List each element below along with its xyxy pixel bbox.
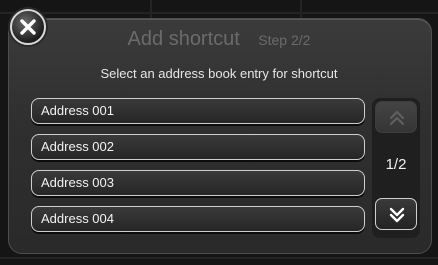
instruction-text: Select an address book entry for shortcu… [100, 66, 338, 81]
navigation-screen: Add shortcut Step 2/2 Select an address … [0, 0, 438, 265]
double-chevron-down-icon [389, 207, 405, 223]
address-entry-button[interactable]: Address 002 [31, 134, 365, 160]
scroll-up-button[interactable] [375, 101, 417, 133]
dialog-header: Add shortcut Step 2/2 [0, 28, 438, 54]
page-indicator: 1/2 [385, 156, 407, 173]
dialog-title: Add shortcut [127, 28, 240, 50]
double-chevron-up-icon [389, 110, 405, 126]
address-entry-button[interactable]: Address 001 [31, 98, 365, 124]
address-entry-button[interactable]: Address 004 [31, 206, 365, 232]
close-button[interactable] [10, 9, 46, 45]
map-background-line [0, 257, 438, 259]
scroll-down-button[interactable] [375, 198, 417, 230]
step-indicator: Step 2/2 [258, 31, 311, 48]
map-background-line [150, 0, 152, 18]
map-background-line [0, 12, 438, 14]
address-entry-button[interactable]: Address 003 [31, 170, 365, 196]
close-icon [20, 19, 36, 35]
map-background-line [300, 0, 302, 18]
